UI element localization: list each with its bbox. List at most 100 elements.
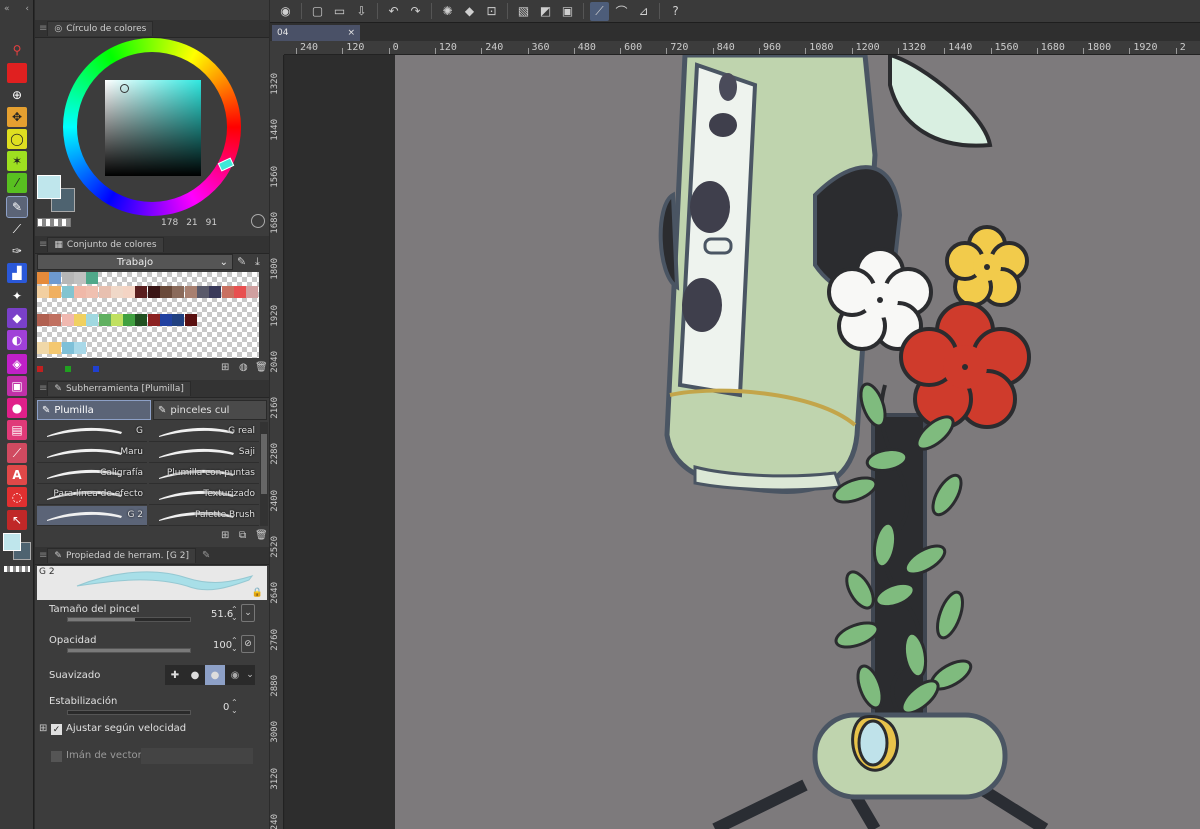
brush-item[interactable]: Saji: [149, 443, 259, 463]
pencil-tool-icon[interactable]: ⟋: [7, 219, 27, 239]
pressure-settings-icon[interactable]: ⌄: [241, 604, 255, 622]
color-swatch[interactable]: [147, 286, 160, 298]
color-swatch[interactable]: [37, 314, 49, 326]
fill-icon[interactable]: ◆: [460, 2, 479, 21]
color-swatch[interactable]: [246, 286, 259, 298]
brush-tool-icon[interactable]: ✑: [7, 241, 27, 261]
brush-list-scrollbar[interactable]: [260, 422, 268, 526]
replace-color-icon[interactable]: ◍: [239, 362, 248, 373]
decoration-tool-icon[interactable]: ✦: [7, 286, 27, 306]
collapse-icon[interactable]: «: [4, 4, 10, 14]
color-swatch[interactable]: [61, 342, 74, 354]
snap-to-special-ruler-icon[interactable]: ⌒: [612, 2, 631, 21]
loading-icon[interactable]: ✺: [438, 2, 457, 21]
color-swatch[interactable]: [110, 286, 123, 298]
color-swatch[interactable]: [49, 342, 62, 354]
transform-icon[interactable]: ⊡: [482, 2, 501, 21]
color-set-dropdown[interactable]: Trabajo ⌄: [37, 254, 233, 270]
smoothing-none-option[interactable]: ✚: [165, 665, 185, 685]
color-swatch[interactable]: [209, 286, 222, 298]
color-swatch[interactable]: [172, 286, 185, 298]
main-color-swatch[interactable]: [3, 533, 21, 551]
expand-icon[interactable]: ⊞: [39, 723, 47, 734]
delete-subtool-icon[interactable]: 🗑: [255, 530, 268, 541]
adjust-speed-checkbox[interactable]: ✓: [51, 724, 62, 735]
color-swatch[interactable]: [49, 272, 62, 284]
color-swatch[interactable]: [221, 286, 234, 298]
canvas-area[interactable]: [285, 55, 1200, 829]
opacity-slider[interactable]: [67, 648, 191, 653]
color-swatch[interactable]: [73, 286, 86, 298]
blend-tool-icon[interactable]: ◐: [7, 330, 27, 350]
saturation-value-square[interactable]: [105, 80, 201, 176]
color-swatch[interactable]: [184, 314, 197, 326]
panel-transparent-color[interactable]: [37, 218, 71, 227]
color-swatch[interactable]: [172, 314, 185, 326]
snap-to-grid-icon[interactable]: ⊿: [634, 2, 653, 21]
color-swatch[interactable]: [135, 286, 148, 298]
artboard[interactable]: [395, 55, 1200, 829]
zoom-tool-icon[interactable]: ⚲: [7, 40, 27, 60]
color-swatch[interactable]: [184, 286, 197, 298]
opacity-settings-icon[interactable]: ⊘: [241, 635, 255, 653]
lasso-selection-icon[interactable]: ◯: [7, 129, 27, 149]
brush-size-value[interactable]: 51.6: [211, 609, 233, 620]
gradient-tool-icon[interactable]: ▣: [7, 376, 27, 396]
opacity-stepper[interactable]: ⌃ ⌄: [231, 637, 238, 653]
sv-picker-handle[interactable]: [120, 84, 129, 93]
stabilization-slider[interactable]: [67, 710, 191, 715]
copy-subtool-icon[interactable]: ⊞: [221, 530, 229, 541]
stabilization-stepper[interactable]: ⌃ ⌄: [231, 699, 238, 715]
smoothing-low-option[interactable]: ●: [185, 665, 205, 685]
color-swatch-grid[interactable]: [37, 272, 259, 358]
brush-item[interactable]: Texturizado: [149, 485, 259, 505]
panel-main-color[interactable]: [37, 175, 61, 199]
color-swatch[interactable]: [61, 314, 74, 326]
panel-menu-icon[interactable]: ≡: [39, 239, 47, 250]
open-folder-icon[interactable]: ▭: [330, 2, 349, 21]
show-selection-icon[interactable]: ▣: [558, 2, 577, 21]
smoothing-mid-option[interactable]: ●: [205, 665, 225, 685]
smoothing-high-option[interactable]: ◉: [225, 665, 245, 685]
eraser-icon[interactable]: ◆: [7, 308, 27, 328]
subtool-tab[interactable]: ✎ Subherramienta [Plumilla]: [47, 381, 191, 396]
color-swatch[interactable]: [233, 286, 246, 298]
download-icon[interactable]: ⤓: [255, 255, 260, 269]
color-swatch[interactable]: [49, 286, 62, 298]
brush-item[interactable]: Maru: [37, 443, 147, 463]
help-icon[interactable]: ?: [666, 2, 685, 21]
panel-menu-icon[interactable]: ≡: [39, 383, 47, 394]
snap-to-ruler-icon[interactable]: ⟋: [590, 1, 609, 21]
color-swatch[interactable]: [147, 314, 160, 326]
duplicate-subtool-icon[interactable]: ⧉: [239, 530, 246, 541]
redo-icon[interactable]: ↷: [406, 2, 425, 21]
color-swatch[interactable]: [123, 286, 136, 298]
panel-menu-icon[interactable]: ≡: [39, 23, 47, 34]
brush-item[interactable]: G real: [149, 422, 259, 442]
frame-tool-icon[interactable]: ▤: [7, 420, 27, 440]
vector-magnet-options[interactable]: [141, 748, 253, 764]
save-icon[interactable]: ⇩: [352, 2, 371, 21]
opacity-value[interactable]: 100: [213, 640, 232, 651]
color-circle-tab[interactable]: ◎ Círculo de colores: [47, 21, 154, 36]
color-swatch[interactable]: [123, 314, 136, 326]
balloon-tool-icon[interactable]: ◌: [7, 487, 27, 507]
color-swatch[interactable]: [73, 342, 86, 354]
subtool-group-tab-pinceles[interactable]: ✎ pinceles cul: [153, 400, 267, 420]
move-layer-icon[interactable]: ✥: [7, 107, 27, 127]
brush-item[interactable]: Para línea de efecto: [37, 485, 147, 505]
brush-settings-tab-icon[interactable]: ✎: [202, 550, 210, 561]
move-tool-icon[interactable]: [7, 63, 27, 83]
color-swatch[interactable]: [86, 272, 99, 284]
brush-size-stepper[interactable]: ⌃ ⌄: [231, 606, 238, 622]
color-swatch[interactable]: [110, 314, 123, 326]
panel-menu-icon[interactable]: ≡: [39, 550, 47, 561]
brush-size-slider[interactable]: [67, 617, 191, 622]
color-swatch[interactable]: [86, 314, 99, 326]
color-swatch[interactable]: [49, 314, 62, 326]
tool-property-tab[interactable]: ✎ Propiedad de herram. [G 2]: [47, 548, 196, 563]
wrench-icon[interactable]: ✎: [237, 255, 246, 268]
chevron-left-icon[interactable]: ‹: [25, 4, 29, 14]
magic-wand-icon[interactable]: ✶: [7, 151, 27, 171]
text-tool-icon[interactable]: A: [7, 465, 27, 485]
